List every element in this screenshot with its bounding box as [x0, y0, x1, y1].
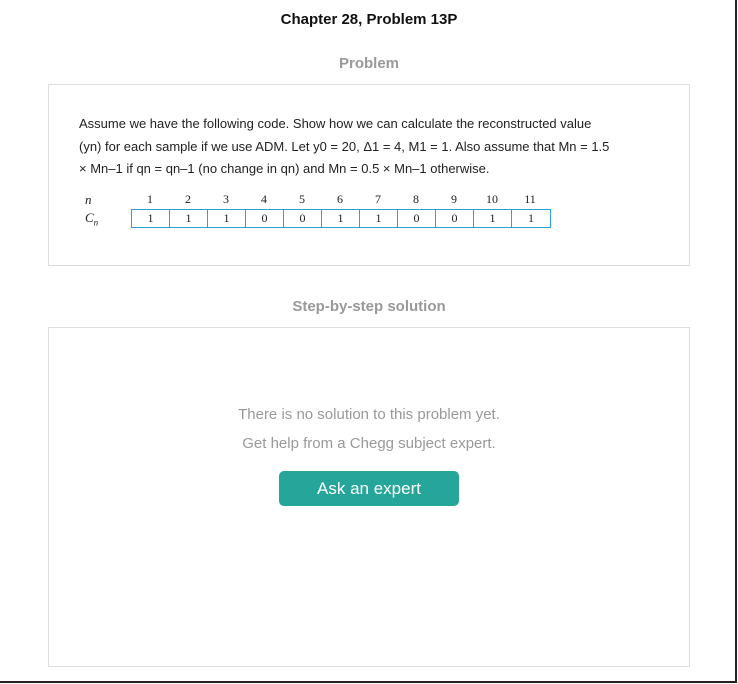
c-value-cell: 0	[284, 210, 322, 227]
c-label-main: C	[85, 210, 94, 225]
c-value-cell: 1	[528, 211, 534, 225]
problem-panel: Assume we have the following code. Show …	[48, 84, 690, 266]
c-value-cell: 1	[360, 210, 398, 227]
c-label-sub: n	[93, 217, 99, 228]
get-help-message: Get help from a Chegg subject expert.	[242, 435, 496, 452]
c-value-cell: 0	[398, 210, 436, 227]
c-value-cell: 1	[170, 210, 208, 227]
c-cells: 11100110011	[131, 209, 551, 228]
chapter-title: Chapter 28, Problem 13P	[280, 11, 458, 28]
n-value: 11	[524, 192, 536, 206]
n-value: 2	[185, 192, 191, 206]
problem-text: Assume we have the following code. Show …	[79, 113, 669, 181]
n-value: 4	[261, 192, 267, 206]
solution-heading: Step-by-step solution	[292, 298, 446, 315]
n-value: 9	[451, 192, 457, 206]
no-solution-message: There is no solution to this problem yet…	[238, 406, 500, 423]
c-value-cell: 0	[246, 210, 284, 227]
c-value-cell: 1	[474, 210, 512, 227]
n-value: 3	[223, 192, 229, 206]
c-value-cell: 0	[436, 210, 474, 227]
problem-text-line-3: × Mn–1 if qn = qn–1 (no change in qn) an…	[79, 161, 490, 176]
problem-heading: Problem	[338, 55, 399, 72]
c-value-cell: 1	[132, 210, 170, 227]
n-value: 1	[147, 192, 153, 206]
solution-panel: There is no solution to this problem yet…	[48, 327, 690, 667]
c-value-cell: 1	[322, 210, 360, 227]
n-value: 5	[299, 192, 305, 206]
problem-text-line-1: Assume we have the following code. Show …	[79, 116, 592, 131]
problem-text-line-2: (yn) for each sample if we use ADM. Let …	[79, 138, 610, 154]
n-row-label: n	[85, 192, 92, 207]
n-value: 6	[337, 192, 343, 206]
n-value: 7	[375, 192, 381, 206]
c-value-cell: 1	[208, 210, 246, 227]
c-row-label: Cn	[85, 210, 98, 228]
ask-expert-button[interactable]: Ask an expert	[279, 471, 459, 506]
n-value: 8	[413, 192, 419, 206]
n-value: 10	[486, 192, 498, 206]
